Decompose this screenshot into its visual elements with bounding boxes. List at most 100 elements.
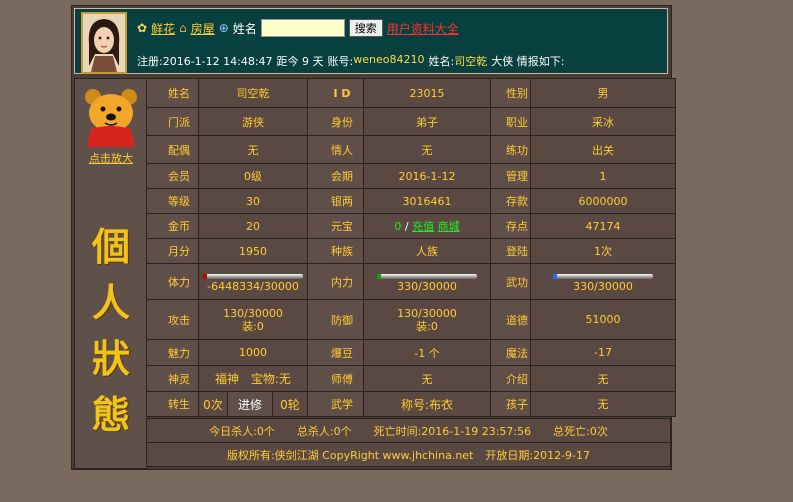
hp-value: -6448334/30000 [207,279,299,293]
attack-label: 攻击 [146,299,199,340]
table-row: 转生 0次 进修 0轮 武学 称号:布衣 孩子 无 [146,391,676,417]
defense-value: 130/30000 [397,306,457,320]
name-label: 姓名 [146,78,199,108]
globe-search-icon: ⊕ [218,21,229,35]
job-label: 职业 [490,107,531,136]
yuanbao-cell: 0 / 充值 商城 [363,213,491,239]
wuxue-label: 武学 [307,391,364,417]
period-label: 会期 [307,163,364,189]
martial-cell: 330/30000 [530,263,676,300]
table-row: 月分 1950 种族 人族 登陆 1次 [146,238,676,264]
kill-stats-bar: 今日杀人:0个 总杀人:0个 死亡时间:2016-1-19 23:57:56 总… [146,418,671,443]
table-row: 会员 0级 会期 2016-1-12 管理 1 [146,163,676,189]
account-value: weneo84210 [353,53,425,66]
login-label: 登陆 [490,238,531,264]
gold-value: 20 [198,213,308,239]
admin-label: 管理 [490,163,531,189]
status-value: 弟子 [363,107,491,136]
table-row: 魅力 1000 爆豆 -1 个 魔法 -17 [146,339,676,366]
sect-value: 游侠 [198,107,308,136]
id-label: I D [307,78,364,108]
death-time: 死亡时间:2016-1-19 23:57:56 [373,424,532,438]
kills-total: 总杀人:0个 [296,424,352,438]
table-row: 门派 游侠 身份 弟子 职业 采冰 [146,107,676,136]
title-char-3: 狀 [91,336,130,381]
treasure-value: 宝物:无 [250,372,291,386]
training-label: 练功 [490,135,531,164]
attack-cell: 130/30000 装:0 [198,299,308,340]
house-link[interactable]: 房屋 [191,20,215,37]
period-value: 2016-1-12 [363,163,491,189]
register-info: 注册:2016-1-12 14:48:47 [137,55,273,68]
child-label: 孩子 [490,391,531,417]
lover-value: 无 [363,135,491,164]
header-info-row: 注册:2016-1-12 14:48:47 距今 9 天 账号: weneo842… [137,53,564,69]
morality-label: 道德 [490,299,531,340]
deposit-value: 6000000 [530,188,676,214]
charm-label: 魅力 [146,339,199,366]
sect-label: 门派 [146,107,199,136]
mp-bar [377,273,477,279]
month-label: 月分 [146,238,199,264]
kills-today: 今日杀人:0个 [209,424,275,438]
race-value: 人族 [363,238,491,264]
copyright-bar: 版权所有:侠剑江湖 CopyRight www.jhchina.net 开放日期… [146,442,671,467]
advance-label: 进修 [228,392,273,416]
pet-bear-image[interactable] [79,83,143,147]
level-label: 等级 [146,188,199,214]
training-value: 出关 [530,135,676,164]
deposit-label: 存款 [490,188,531,214]
martial-label: 武功 [490,263,531,300]
header-links-row: ✿ 鲜花 ⌂ 房屋 ⊕ 姓名 搜索 用户资料大全 [137,17,459,39]
spirit-label: 神灵 [146,365,199,392]
spouse-label: 配偶 [146,135,199,164]
header-suffix: 大侠 情报如下: [491,55,565,68]
name-search-label: 姓名 [232,21,257,36]
mp-label: 内力 [307,263,364,300]
savepoint-label: 存点 [490,213,531,239]
recharge-link[interactable]: 充值 [412,220,434,233]
child-value: 无 [530,391,676,417]
attack-value: 130/30000 [223,306,283,320]
days-ago: 距今 9 天 [276,55,324,68]
savepoint-value: 47174 [530,213,676,239]
spirit-cell: 福神 宝物:无 [198,365,308,392]
spirit-value: 福神 [215,372,240,386]
yuanbao-value: 0 [394,220,402,233]
house-icon: ⌂ [179,21,187,35]
magic-label: 魔法 [490,339,531,366]
master-label: 师傅 [307,365,364,392]
search-button[interactable]: 搜索 [348,19,383,37]
sidebar: 点击放大 個 人 狀 態 [74,78,148,469]
defense-equip: 装:0 [416,319,438,333]
title-char-4: 態 [91,392,130,437]
gender-label: 性别 [490,78,531,108]
rebirth-label: 转生 [146,391,199,417]
hp-cell: -6448334/30000 [198,263,308,300]
table-row: 体力 -6448334/30000 内力 330/30000 武功 330/30… [146,263,676,300]
status-label: 身份 [307,107,364,136]
member-label: 会员 [146,163,199,189]
login-value: 1次 [530,238,676,264]
name-search-input[interactable] [260,19,345,37]
flower-link[interactable]: 鲜花 [151,20,175,37]
name-prefix: 姓名: [428,55,455,68]
personal-status-title: 個 人 狀 態 [75,219,147,443]
account-label: 账号: [327,55,354,68]
yuanbao-separator: / [404,220,409,233]
flower-icon: ✿ [137,21,148,35]
master-value: 无 [363,365,491,392]
table-row: 配偶 无 情人 无 练功 出关 [146,135,676,164]
rebirth-cell: 0次 进修 0轮 [198,391,308,417]
hp-bar [203,273,303,279]
shop-link[interactable]: 商城 [438,220,460,233]
advance-value: 0轮 [280,397,300,412]
race-label: 种族 [307,238,364,264]
title-char-2: 人 [91,280,130,325]
click-enlarge-link[interactable]: 点击放大 [75,150,147,166]
beans-value: -1 个 [363,339,491,366]
stats-table: 姓名 司空乾 I D 23015 性别 男 门派 游侠 身份 弟子 职业 采冰 … [146,78,676,417]
character-avatar[interactable] [81,12,127,74]
user-data-link[interactable]: 用户资料大全 [387,20,459,37]
magic-value: -17 [530,339,676,366]
